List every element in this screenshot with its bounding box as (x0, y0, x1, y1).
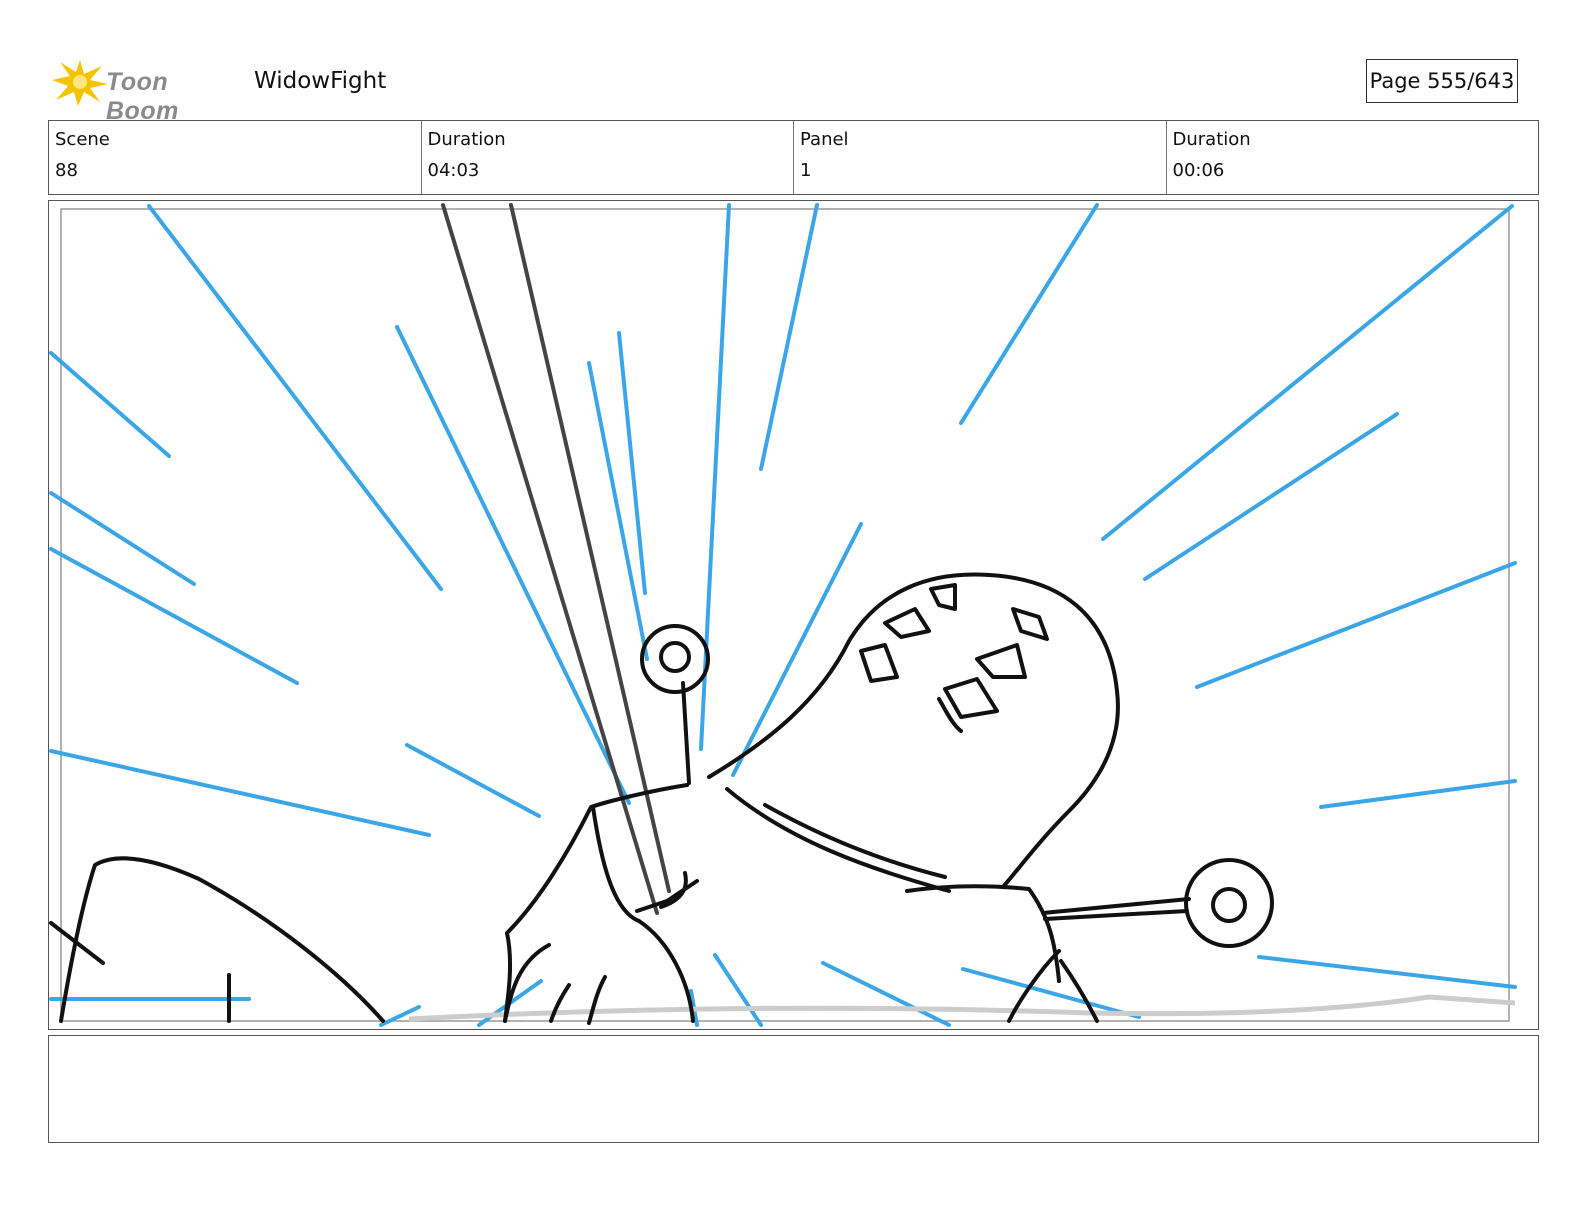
toon-boom-logo: Toon Boom (50, 56, 240, 125)
speed-lines (49, 203, 1517, 1027)
scene-label: Scene (55, 129, 110, 150)
storyboard-panel (48, 200, 1539, 1030)
scene-cell: Scene 88 (49, 121, 422, 194)
panel-duration-cell: Duration 00:06 (1167, 121, 1539, 194)
scene-info-table: Scene 88 Duration 04:03 Panel 1 Duration… (48, 120, 1539, 195)
spider-character (49, 572, 1274, 1025)
ground-line (408, 994, 1516, 1022)
scene-duration-cell: Duration 04:03 (422, 121, 794, 194)
panel-notes (48, 1035, 1539, 1143)
panel-value: 1 (800, 160, 812, 181)
starburst-icon (52, 60, 108, 106)
scene-duration-label: Duration (427, 129, 506, 150)
sword-blade (441, 203, 671, 915)
panel-cell: Panel 1 (794, 121, 1167, 194)
page-indicator: Page 555/643 (1366, 59, 1518, 103)
panel-duration-value: 00:06 (1172, 160, 1225, 181)
logo-text: Toon Boom (106, 68, 179, 125)
panel-duration-label: Duration (1172, 129, 1251, 150)
storyboard-header: Toon Boom WidowFight Page 555/643 (48, 52, 1538, 125)
safe-frame (60, 208, 1510, 1022)
panel-label: Panel (800, 129, 849, 150)
panel-drawing (49, 203, 1517, 1027)
scene-duration-value: 04:03 (427, 160, 480, 181)
scene-value: 88 (55, 160, 78, 181)
project-title: WidowFight (254, 68, 387, 94)
